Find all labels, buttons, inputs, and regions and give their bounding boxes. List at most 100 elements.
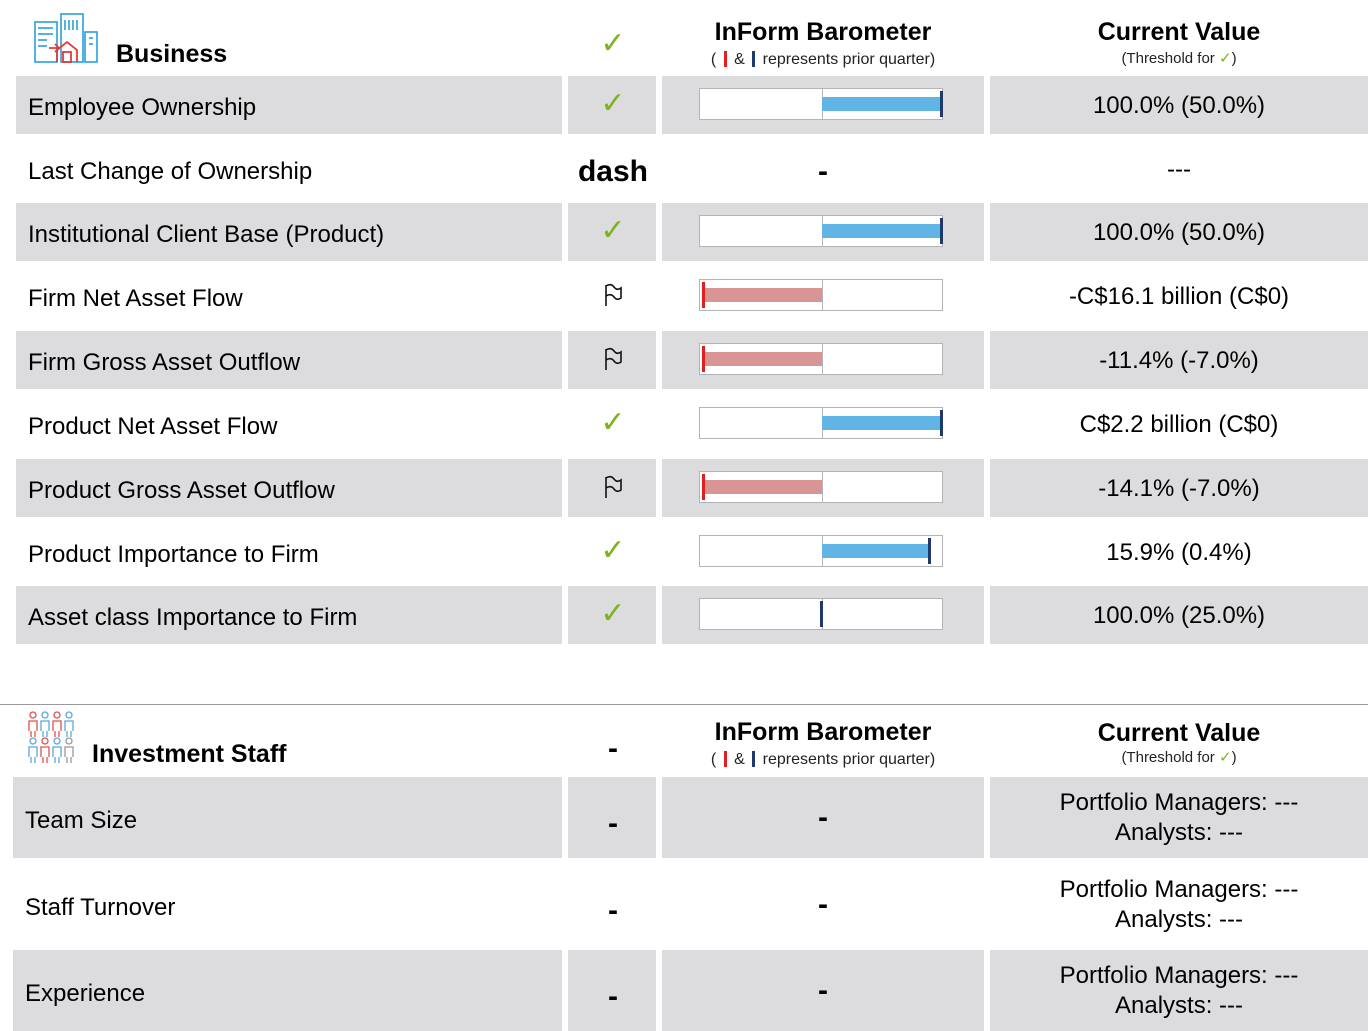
business-value-title: Current Value (1097, 18, 1261, 46)
flag-icon (568, 283, 658, 314)
current-value-line2: Analysts: --- (1114, 819, 1243, 846)
check-icon: ✓ (600, 597, 626, 630)
prior-quarter-marker (928, 538, 931, 564)
barometer-fill (702, 352, 822, 366)
prior-quarter-marker (820, 601, 823, 627)
current-value: 100.0% (50.0%) (1092, 92, 1266, 119)
row-label: Staff Turnover (25, 894, 176, 921)
business-header: Business ✓ InForm Barometer ( & represen… (0, 0, 1368, 76)
flag-icon (568, 475, 658, 506)
business-value-subtitle: (Threshold for ✓) (990, 50, 1368, 68)
business-section-title: Business (116, 40, 228, 68)
navy-tick-legend-icon (752, 51, 756, 67)
subtitle-open-paren: ( (710, 751, 717, 768)
status-dash: - (608, 980, 618, 1013)
barometer-fill (822, 544, 930, 558)
barometer-fill (822, 224, 942, 238)
current-value-line2: Analysts: --- (1114, 992, 1243, 1019)
red-tick-legend-icon (723, 51, 727, 67)
check-icon: ✓ (1218, 749, 1232, 766)
current-value: 15.9% (0.4%) (1106, 539, 1252, 566)
navy-tick-legend-icon (752, 751, 756, 767)
current-value: -11.4% (-7.0%) (1099, 347, 1259, 374)
subtitle-ampersand: & (734, 751, 745, 768)
value-subtitle-post: ) (1231, 749, 1237, 766)
flag-icon (568, 347, 658, 378)
prior-quarter-marker (940, 218, 943, 244)
barometer-bar (699, 343, 943, 375)
row-label: Firm Net Asset Flow (28, 285, 243, 312)
barometer-midline (822, 472, 823, 502)
row-label: Employee Ownership (28, 94, 257, 121)
check-icon: ✓ (1218, 50, 1232, 67)
status-dash: - (608, 894, 618, 927)
check-icon: ✓ (600, 534, 626, 567)
prior-quarter-marker (702, 282, 705, 308)
current-value: --- (1167, 156, 1191, 183)
barometer-bar (699, 407, 943, 439)
staff-value-subtitle: (Threshold for ✓) (990, 749, 1368, 767)
barometer-dash: - (818, 974, 828, 1007)
barometer-fill (822, 416, 942, 430)
row-label: Asset class Importance to Firm (28, 604, 358, 631)
business-barometer-title: InForm Barometer (714, 18, 932, 46)
row-label: Product Gross Asset Outflow (28, 477, 335, 504)
current-value: -C$16.1 billion (C$0) (1068, 283, 1290, 310)
barometer-bar (699, 279, 943, 311)
value-subtitle-pre: (Threshold for (1121, 50, 1215, 67)
subtitle-rest: represents prior quarter) (762, 751, 936, 768)
investment-staff-section-title: Investment Staff (92, 740, 287, 768)
barometer-midline (822, 344, 823, 374)
staff-barometer-subtitle: ( & represents prior quarter) (662, 751, 984, 769)
staff-value-title: Current Value (1097, 719, 1261, 747)
barometer-bar (699, 535, 943, 567)
current-value-line1: Portfolio Managers: --- (1059, 876, 1299, 903)
barometer-fill (822, 97, 942, 111)
status-dash: - (608, 807, 618, 840)
row-label: Firm Gross Asset Outflow (28, 349, 301, 376)
current-value: C$2.2 billion (C$0) (1079, 411, 1279, 438)
current-value-line2: Analysts: --- (1114, 906, 1243, 933)
subtitle-open-paren: ( (710, 51, 717, 68)
current-value: 100.0% (50.0%) (1092, 219, 1266, 246)
prior-quarter-marker (702, 474, 705, 500)
red-tick-legend-icon (723, 751, 727, 767)
investment-staff-header: Investment Staff - InForm Barometer ( & … (0, 705, 1368, 777)
barometer-dash: - (818, 801, 828, 834)
barometer-dash: - (818, 155, 828, 188)
business-barometer-subtitle: ( & represents prior quarter) (662, 51, 984, 69)
business-section-check-icon: ✓ (600, 27, 626, 60)
current-value: 100.0% (25.0%) (1092, 602, 1266, 629)
status-dash: dash (577, 155, 649, 188)
value-subtitle-post: ) (1231, 50, 1237, 67)
current-value: -14.1% (-7.0%) (1098, 475, 1260, 502)
subtitle-ampersand: & (734, 51, 745, 68)
row-label: Team Size (25, 807, 138, 834)
barometer-midline (822, 280, 823, 310)
barometer-bar (699, 471, 943, 503)
row-label: Institutional Client Base (Product) (28, 221, 385, 248)
subtitle-rest: represents prior quarter) (762, 51, 936, 68)
barometer-dash: - (818, 888, 828, 921)
check-icon: ✓ (600, 214, 626, 247)
buildings-icon (34, 13, 98, 63)
people-icon (28, 711, 74, 763)
check-icon: ✓ (600, 406, 626, 439)
prior-quarter-marker (702, 346, 705, 372)
row-label: Experience (25, 980, 146, 1007)
check-icon: ✓ (600, 87, 626, 120)
barometer-bar (699, 215, 943, 247)
current-value-line1: Portfolio Managers: --- (1059, 962, 1299, 989)
value-subtitle-pre: (Threshold for (1121, 749, 1215, 766)
row-label: Last Change of Ownership (28, 158, 313, 185)
investment-staff-section-status: - (608, 732, 618, 765)
row-label: Product Net Asset Flow (28, 413, 278, 440)
barometer-fill (702, 480, 822, 494)
barometer-bar (699, 88, 943, 120)
staff-barometer-title: InForm Barometer (714, 718, 932, 746)
current-value-line1: Portfolio Managers: --- (1059, 789, 1299, 816)
row-label: Product Importance to Firm (28, 541, 319, 568)
prior-quarter-marker (940, 91, 943, 117)
prior-quarter-marker (940, 410, 943, 436)
barometer-bar (699, 598, 943, 630)
